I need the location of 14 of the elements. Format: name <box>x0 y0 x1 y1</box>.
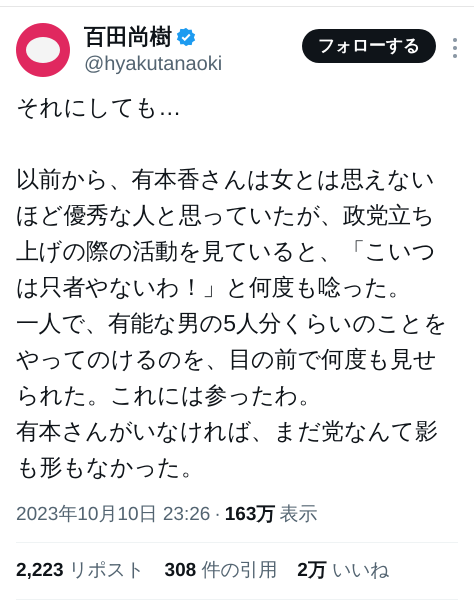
post-paragraph: 以前から、有本香さんは女とは思えない ほど優秀な人と思っていたが、政党立ち 上げの際の活動を見ていると、「こいつ は只者やないわ！」と何度も唸った。 一人で、有能な男の5人分くらいのことを やってのけるのを、目の前で何度も見せ られた。これには参ったわ。 有本さんがいなければ、まだ党なんて影 も形もなかった。 <box>16 165 448 482</box>
follow-button[interactable]: フォローする <box>302 29 436 63</box>
timestamp[interactable]: 2023年10月10日 23:26 <box>16 501 210 530</box>
author-name[interactable]: 百田尚樹 <box>84 23 172 51</box>
author-handle[interactable]: @hyakutanaoki <box>84 51 222 77</box>
views-label: 表示 <box>279 503 318 527</box>
separator-dot: · <box>214 503 221 527</box>
avatar-icon[interactable] <box>16 23 70 77</box>
stat-link[interactable]: 2万 いいね <box>297 556 389 585</box>
more-icon[interactable] <box>452 37 458 59</box>
view-count: 163万 <box>224 503 276 527</box>
stat-link[interactable]: 2,223 リポスト <box>16 556 145 585</box>
post-paragraph: それにしても… <box>16 93 181 122</box>
stat-link[interactable]: 308 件の引用 <box>164 556 278 585</box>
